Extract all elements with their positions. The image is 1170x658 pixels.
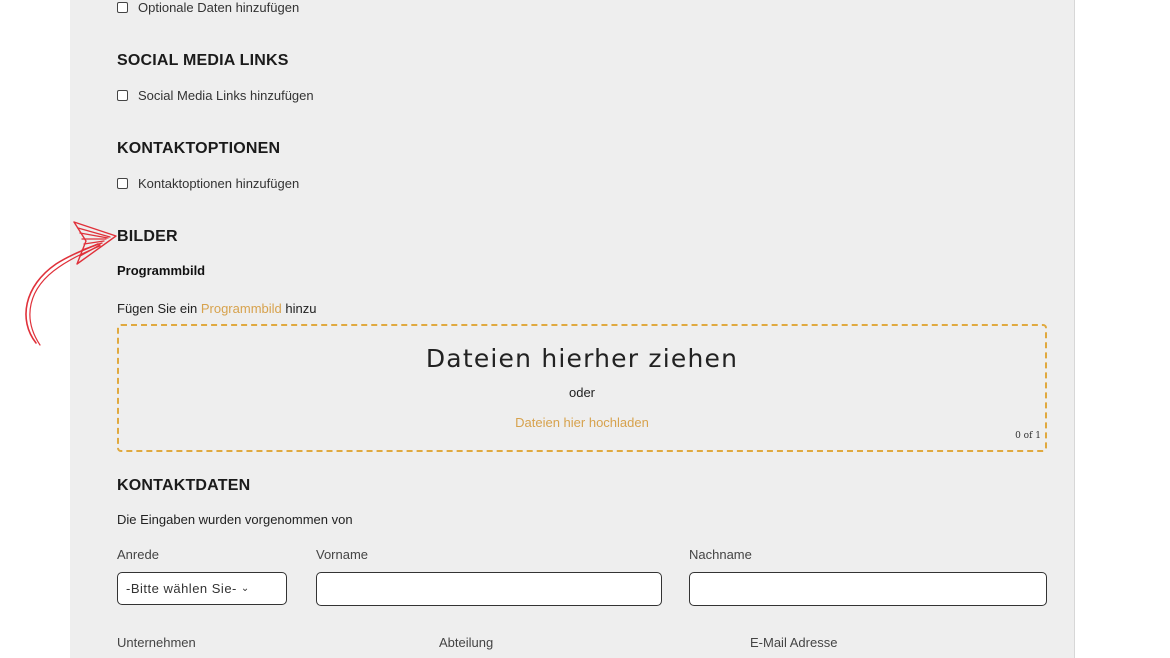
department-label: Abteilung — [439, 635, 494, 650]
images-heading: BILDER — [117, 228, 178, 245]
chevron-down-icon: ⌄ — [240, 583, 250, 594]
email-label: E-Mail Adresse — [750, 635, 838, 650]
file-count: 0 of 1 — [1015, 431, 1041, 441]
salutation-label: Anrede — [117, 547, 159, 562]
social-media-checkbox[interactable] — [117, 90, 128, 101]
salutation-select[interactable]: -Bitte wählen Sie- ⌄ — [117, 572, 287, 605]
social-media-row[interactable]: Social Media Links hinzufügen — [117, 88, 314, 103]
contact-options-label: Kontaktoptionen hinzufügen — [138, 176, 300, 191]
instruction-prefix: Fügen Sie ein — [117, 301, 201, 316]
contact-options-checkbox[interactable] — [117, 178, 128, 189]
lastname-label: Nachname — [689, 547, 752, 562]
firstname-input[interactable] — [316, 572, 662, 606]
dropzone-title: Dateien hierher ziehen — [425, 344, 739, 373]
annotation-arrow-icon — [25, 221, 117, 346]
program-image-subheading: Programmbild — [117, 263, 206, 278]
optional-data-checkbox[interactable] — [117, 2, 128, 13]
social-media-label: Social Media Links hinzufügen — [138, 88, 314, 103]
contact-data-intro: Die Eingaben wurden vorgenommen von — [117, 512, 353, 527]
lastname-input[interactable] — [689, 572, 1047, 606]
contact-options-heading: KONTAKTOPTIONEN — [117, 140, 281, 157]
file-dropzone[interactable]: Dateien hierher ziehen oder Dateien hier… — [117, 324, 1047, 452]
company-label: Unternehmen — [117, 635, 196, 650]
program-image-instruction: Fügen Sie ein Programmbild hinzu — [117, 301, 316, 316]
contact-options-row[interactable]: Kontaktoptionen hinzufügen — [117, 176, 299, 191]
dropzone-or: oder — [568, 385, 596, 400]
optional-data-row[interactable]: Optionale Daten hinzufügen — [117, 0, 299, 15]
contact-data-heading: KONTAKTDATEN — [117, 477, 251, 494]
firstname-label: Vorname — [316, 547, 369, 562]
salutation-value: -Bitte wählen Sie- — [126, 581, 237, 596]
upload-files-link[interactable]: Dateien hier hochladen — [515, 415, 649, 430]
social-media-heading: SOCIAL MEDIA LINKS — [117, 52, 289, 69]
program-image-link[interactable]: Programmbild — [201, 301, 282, 316]
optional-data-label: Optionale Daten hinzufügen — [138, 0, 300, 15]
instruction-suffix: hinzu — [281, 301, 317, 316]
